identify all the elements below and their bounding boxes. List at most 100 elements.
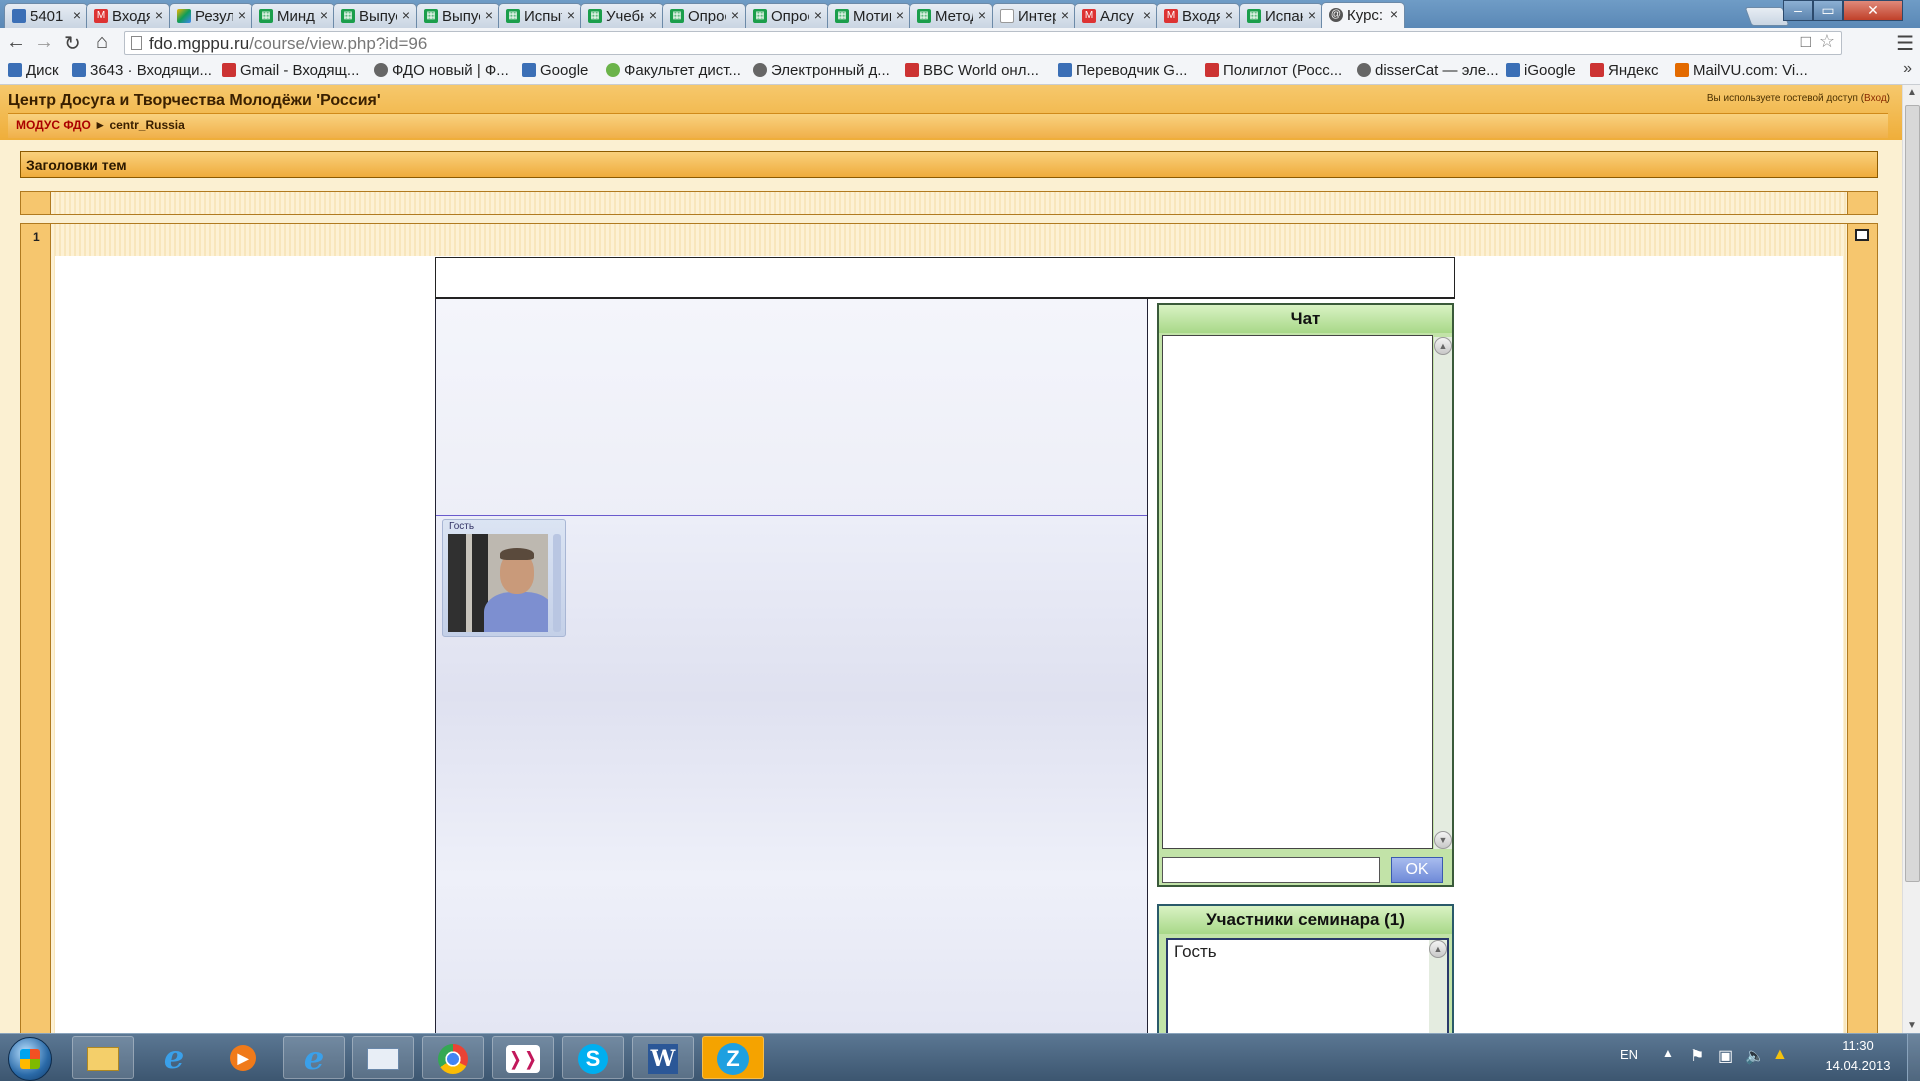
tab-close-icon[interactable]: × bbox=[1308, 7, 1316, 23]
taskbar-zoiper[interactable]: Z bbox=[702, 1036, 764, 1079]
google-drive-icon[interactable]: ▲ bbox=[1772, 1046, 1788, 1064]
tab-8[interactable]: ▦ Опрос × bbox=[662, 3, 746, 28]
video-tile-scrollbar[interactable] bbox=[553, 534, 561, 632]
scroll-up-icon[interactable]: ▲ bbox=[1434, 337, 1452, 355]
chat-scrollbar[interactable]: ▲ ▼ bbox=[1434, 337, 1452, 849]
bookmark-item[interactable]: Переводчик G... bbox=[1058, 62, 1187, 79]
skype-icon: S bbox=[578, 1043, 608, 1074]
taskbar-internet-explorer-window[interactable]: e bbox=[283, 1036, 345, 1079]
bookmark-item[interactable]: 3643 · Входящи... bbox=[72, 62, 212, 79]
tray-expand-icon[interactable]: ▲ bbox=[1662, 1046, 1674, 1060]
url-text[interactable]: fdo.mgppu.ru/course/view.php?id=96 bbox=[149, 34, 427, 54]
chrome-menu-icon[interactable]: ☰ bbox=[1896, 31, 1914, 56]
clock-date[interactable]: 14.04.2013 bbox=[1814, 1058, 1902, 1073]
bookmark-item[interactable]: MailVU.com: Vi... bbox=[1675, 62, 1808, 79]
tab-close-icon[interactable]: × bbox=[1061, 7, 1069, 23]
forward-button[interactable]: → bbox=[34, 31, 54, 54]
tab-7[interactable]: ▦ Учебн × bbox=[580, 3, 664, 28]
tab-9[interactable]: ▦ Опрос × bbox=[745, 3, 829, 28]
network-icon[interactable]: ▣ bbox=[1718, 1046, 1733, 1066]
clock-time[interactable]: 11:30 bbox=[1822, 1038, 1894, 1053]
tab-16[interactable]: @ Курс: L × bbox=[1321, 2, 1405, 28]
tab-close-icon[interactable]: × bbox=[1225, 7, 1233, 23]
scroll-down-icon[interactable]: ▼ bbox=[1907, 1020, 1917, 1031]
tab-11[interactable]: ▦ Метод × bbox=[909, 3, 993, 28]
tab-14[interactable]: M Входяг × bbox=[1156, 3, 1240, 28]
tab-15[interactable]: ▦ Испан × bbox=[1239, 3, 1323, 28]
tab-close-icon[interactable]: × bbox=[567, 7, 575, 23]
tab-close-icon[interactable]: × bbox=[320, 7, 328, 23]
taskbar-internet-explorer[interactable]: e bbox=[143, 1036, 205, 1079]
taskbar-mail[interactable] bbox=[352, 1036, 414, 1079]
bookmark-item[interactable]: BBC World онл... bbox=[905, 62, 1039, 79]
page-action-icon[interactable]: □ bbox=[1801, 32, 1811, 52]
start-button[interactable] bbox=[8, 1037, 52, 1081]
tab-close-icon[interactable]: × bbox=[814, 7, 822, 23]
bookmark-item[interactable]: Полиглот (Росс... bbox=[1205, 62, 1342, 79]
tab-close-icon[interactable]: × bbox=[896, 7, 904, 23]
tab-13[interactable]: M Алсу М × bbox=[1074, 3, 1158, 28]
bookmark-star-icon[interactable]: ☆ bbox=[1819, 31, 1835, 52]
tab-close-icon[interactable]: × bbox=[402, 7, 410, 23]
bookmark-favicon-icon bbox=[522, 63, 536, 77]
tab-3[interactable]: ▦ Минде × bbox=[251, 3, 335, 28]
bookmark-item[interactable]: disserCat — эле... bbox=[1357, 62, 1499, 79]
home-button[interactable]: ⌂ bbox=[96, 31, 108, 54]
login-link[interactable]: Вход bbox=[1864, 93, 1887, 104]
reload-button[interactable]: ↻ bbox=[64, 31, 81, 56]
taskbar-skype[interactable]: S bbox=[562, 1036, 624, 1079]
taskbar-explorer[interactable] bbox=[72, 1036, 134, 1079]
bookmark-item[interactable]: Google bbox=[522, 62, 588, 79]
chat-input[interactable] bbox=[1162, 857, 1380, 883]
chat-send-button[interactable]: OK bbox=[1391, 857, 1443, 883]
maximize-icon[interactable]: ▭ bbox=[1813, 0, 1843, 21]
tab-12[interactable]: Интер × bbox=[992, 3, 1076, 28]
tab-close-icon[interactable]: × bbox=[649, 7, 657, 23]
language-indicator[interactable]: EN bbox=[1620, 1047, 1638, 1062]
address-bar[interactable]: fdo.mgppu.ru/course/view.php?id=96 □ ☆ bbox=[124, 31, 1842, 55]
tab-4[interactable]: ▦ Выпус × bbox=[333, 3, 417, 28]
participants-scrollbar[interactable]: ▲ bbox=[1429, 940, 1447, 1033]
tab-close-icon[interactable]: × bbox=[238, 7, 246, 23]
taskbar-word[interactable]: W bbox=[632, 1036, 694, 1079]
page-scrollbar[interactable]: ▲ ▼ bbox=[1902, 85, 1920, 1033]
scroll-up-icon[interactable]: ▲ bbox=[1429, 940, 1447, 958]
minimize-icon[interactable]: – bbox=[1783, 0, 1813, 21]
section-toggle-button[interactable] bbox=[1855, 229, 1869, 241]
show-desktop-button[interactable] bbox=[1907, 1034, 1920, 1081]
close-icon[interactable]: ✕ bbox=[1843, 0, 1903, 21]
bookmark-item[interactable]: Факультет дист... bbox=[606, 62, 741, 79]
back-button[interactable]: ← bbox=[6, 31, 26, 54]
bookmark-item[interactable]: Диск bbox=[8, 62, 59, 79]
tab-0[interactable]: 5401 · I × bbox=[4, 3, 88, 28]
taskbar-media-player[interactable]: ▶ bbox=[212, 1036, 274, 1079]
flag-icon[interactable]: ⚑ bbox=[1690, 1046, 1704, 1066]
tab-5[interactable]: ▦ Выпус × bbox=[416, 3, 500, 28]
tab-close-icon[interactable]: × bbox=[978, 7, 986, 23]
bookmark-item[interactable]: iGoogle bbox=[1506, 62, 1576, 79]
tab-close-icon[interactable]: × bbox=[1390, 6, 1398, 22]
tab-1[interactable]: M Входяг × bbox=[86, 3, 170, 28]
scroll-up-icon[interactable]: ▲ bbox=[1907, 87, 1917, 98]
page-scroll-thumb[interactable] bbox=[1905, 105, 1920, 882]
volume-icon[interactable]: 🔈 bbox=[1745, 1046, 1765, 1066]
tab-2[interactable]: Резуль × bbox=[169, 3, 253, 28]
tab-10[interactable]: ▦ Мотив × bbox=[827, 3, 911, 28]
bookmark-item[interactable]: Яндекс bbox=[1590, 62, 1658, 79]
taskbar-chrome[interactable] bbox=[422, 1036, 484, 1079]
participant-item[interactable]: Гость bbox=[1174, 942, 1217, 962]
tab-close-icon[interactable]: × bbox=[155, 7, 163, 23]
scroll-down-icon[interactable]: ▼ bbox=[1434, 831, 1452, 849]
tab-6[interactable]: ▦ Испыт × bbox=[498, 3, 582, 28]
tab-close-icon[interactable]: × bbox=[485, 7, 493, 23]
breadcrumb-home-link[interactable]: МОДУС ФДО bbox=[16, 118, 91, 132]
tab-close-icon[interactable]: × bbox=[1143, 7, 1151, 23]
video-tile[interactable]: Гость bbox=[442, 519, 566, 637]
bookmarks-overflow-button[interactable]: » bbox=[1903, 60, 1912, 78]
tab-close-icon[interactable]: × bbox=[73, 7, 81, 23]
bookmark-item[interactable]: Электронный д... bbox=[753, 62, 890, 79]
tab-close-icon[interactable]: × bbox=[731, 7, 739, 23]
taskbar-audio-app[interactable]: ❭❭ bbox=[492, 1036, 554, 1079]
bookmark-item[interactable]: ФДО новый | Ф... bbox=[374, 62, 509, 79]
bookmark-item[interactable]: Gmail - Входящ... bbox=[222, 62, 359, 79]
